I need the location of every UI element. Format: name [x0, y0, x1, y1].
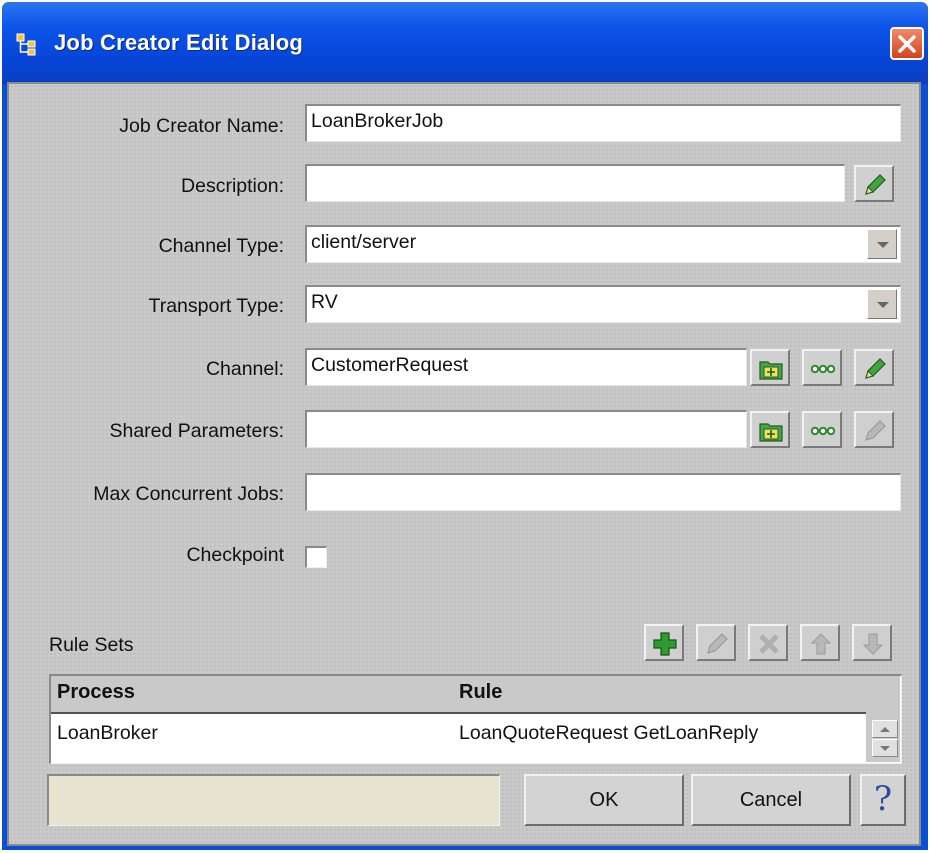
ellipsis-icon — [810, 426, 836, 436]
job-creator-icon — [16, 33, 36, 56]
status-field — [47, 774, 500, 826]
arrow-up-icon — [810, 633, 832, 655]
channel-field[interactable]: CustomerRequest — [305, 348, 747, 386]
pencil-icon — [865, 420, 886, 441]
transport-type-label: Transport Type: — [148, 295, 284, 317]
channel-type-label: Channel Type: — [158, 235, 284, 257]
transport-type-dropdown-arrow[interactable] — [867, 289, 897, 319]
transport-type-select[interactable]: RV — [305, 285, 901, 323]
shared-parameters-field[interactable] — [305, 410, 747, 448]
move-down-rule-set-button[interactable] — [852, 624, 892, 661]
job-creator-name-field[interactable]: LoanBrokerJob — [305, 104, 901, 142]
cancel-button[interactable]: Cancel — [691, 774, 851, 826]
max-concurrent-jobs-label: Max Concurrent Jobs: — [93, 483, 284, 505]
description-label: Description: — [181, 175, 284, 197]
scroll-up-button[interactable] — [872, 720, 898, 738]
move-up-rule-set-button[interactable] — [800, 624, 840, 661]
table-scrollbar[interactable] — [866, 676, 900, 762]
rule-sets-table: Process Rule LoanBroker LoanQuoteRequest… — [49, 674, 902, 764]
ellipsis-icon — [810, 364, 836, 374]
pencil-icon — [865, 174, 886, 195]
checkpoint-label: Checkpoint — [186, 544, 284, 566]
rule-sets-label: Rule Sets — [49, 634, 134, 656]
help-button[interactable]: ? — [860, 774, 906, 826]
ok-button[interactable]: OK — [524, 774, 684, 826]
folder-icon — [759, 423, 783, 442]
max-concurrent-jobs-field[interactable] — [305, 473, 901, 511]
select-channel-button[interactable] — [802, 349, 842, 386]
edit-description-button[interactable] — [854, 165, 894, 202]
x-icon — [759, 634, 779, 654]
close-button[interactable] — [890, 27, 924, 60]
channel-type-select[interactable]: client/server — [305, 225, 901, 263]
job-creator-name-label: Job Creator Name: — [119, 115, 284, 137]
dialog-body: Job Creator Name: LoanBrokerJob Descript… — [7, 82, 921, 846]
process-column-header[interactable]: Process — [57, 681, 135, 704]
select-shared-parameters-button[interactable] — [802, 411, 842, 448]
rule-cell: LoanQuoteRequest GetLoanReply — [459, 722, 759, 744]
browse-channel-button[interactable] — [750, 349, 790, 386]
dialog-title: Job Creator Edit Dialog — [54, 30, 304, 55]
pencil-icon — [865, 358, 886, 379]
folder-icon — [759, 361, 783, 380]
browse-shared-parameters-button[interactable] — [750, 411, 790, 448]
arrow-down-icon — [862, 633, 884, 655]
dialog-window: Job Creator Edit Dialog Job Creator Name… — [2, 2, 928, 850]
add-rule-set-button[interactable] — [644, 624, 684, 661]
checkpoint-checkbox[interactable] — [305, 546, 327, 568]
table-header: Process Rule — [51, 676, 866, 714]
process-cell: LoanBroker — [57, 722, 158, 744]
channel-type-dropdown-arrow[interactable] — [867, 229, 897, 259]
pencil-icon — [707, 633, 728, 654]
edit-channel-button[interactable] — [854, 349, 894, 386]
shared-parameters-label: Shared Parameters: — [109, 420, 284, 442]
plus-icon — [653, 632, 677, 656]
close-icon — [898, 35, 916, 53]
rule-column-header[interactable]: Rule — [459, 681, 502, 704]
description-field[interactable] — [305, 164, 845, 202]
edit-shared-parameters-button[interactable] — [854, 411, 894, 448]
edit-rule-set-button[interactable] — [696, 624, 736, 661]
scroll-down-button[interactable] — [872, 739, 898, 757]
help-icon: ? — [873, 779, 893, 819]
title-bar[interactable]: Job Creator Edit Dialog — [2, 2, 928, 84]
channel-label: Channel: — [205, 358, 284, 380]
delete-rule-set-button[interactable] — [748, 624, 788, 661]
